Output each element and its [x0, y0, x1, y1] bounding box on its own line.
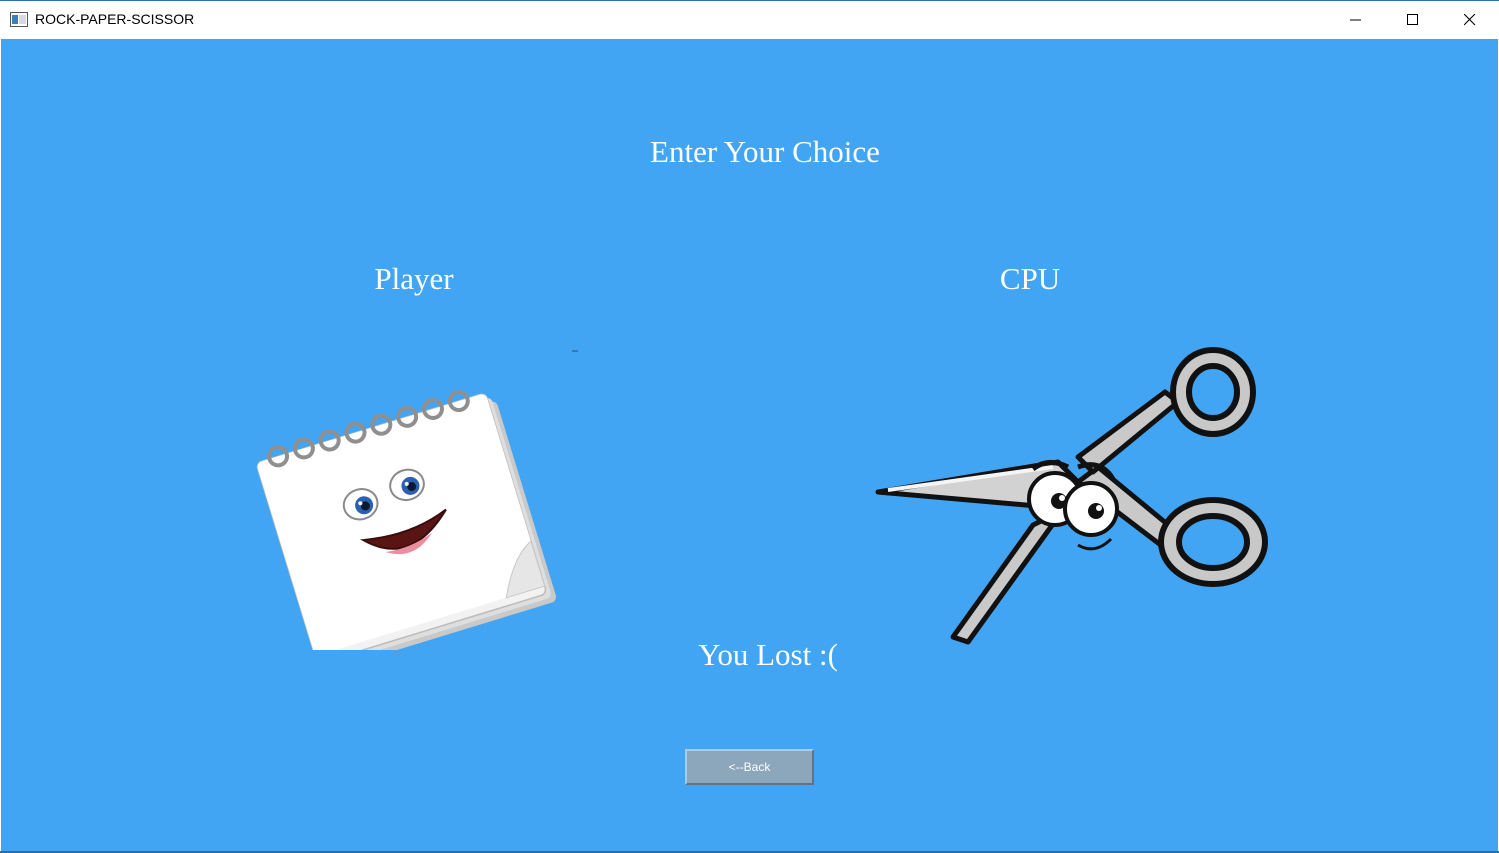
title-bar: ROCK-PAPER-SCISSOR — [0, 0, 1499, 39]
minimize-button[interactable] — [1328, 1, 1385, 39]
player-label: Player — [374, 261, 454, 296]
cpu-label: CPU — [999, 261, 1061, 296]
scissors-choice-image — [875, 347, 1268, 645]
game-area: Enter Your Choice Player CPU You Lost:(… — [1, 39, 1498, 852]
choice-heading: Enter Your Choice — [650, 134, 880, 169]
close-button[interactable] — [1442, 1, 1499, 39]
maximize-button[interactable] — [1385, 1, 1442, 39]
maximize-icon — [1407, 14, 1418, 25]
decorative-speck — [572, 350, 578, 352]
window-title: ROCK-PAPER-SCISSOR — [35, 11, 195, 27]
minimize-icon — [1350, 19, 1361, 21]
paper-choice-image — [256, 390, 557, 650]
close-icon — [1464, 14, 1476, 26]
app-icon — [10, 12, 28, 27]
back-button[interactable]: <--Back — [685, 749, 814, 785]
result-text: You Lost :( — [698, 637, 838, 672]
